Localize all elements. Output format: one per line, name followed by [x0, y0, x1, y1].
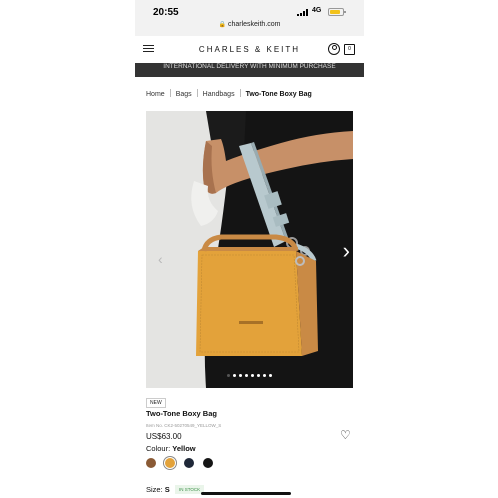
previous-image-arrow-icon[interactable]: ‹: [158, 251, 163, 267]
url-text: charleskeith.com: [227, 21, 281, 28]
swatch-brown[interactable]: [146, 458, 156, 468]
gallery-dot[interactable]: [251, 374, 254, 377]
colour-value: Yellow: [172, 444, 196, 453]
gallery-dot[interactable]: [239, 374, 242, 377]
gallery-dot[interactable]: [245, 374, 248, 377]
gallery-dot[interactable]: [269, 374, 272, 377]
swatch-navy[interactable]: [184, 458, 194, 468]
breadcrumb: Home Bags Handbags Two-Tone Boxy Bag: [146, 89, 312, 98]
status-bar: 20:55 4G 🔒 charleskeith.com: [135, 0, 364, 36]
size-label: Size: S: [146, 485, 170, 494]
product-title: Two-Tone Boxy Bag: [146, 409, 217, 418]
gallery-dot[interactable]: [227, 374, 230, 377]
lock-icon: 🔒: [218, 22, 226, 28]
site-header: CHARLES & KEITH 0: [135, 36, 364, 63]
breadcrumb-current: Two-Tone Boxy Bag: [245, 91, 312, 98]
promo-banner[interactable]: INTERNATIONAL DELIVERY WITH MINIMUM PURC…: [135, 63, 364, 77]
size-value: S: [164, 485, 170, 494]
swatch-black[interactable]: [203, 458, 213, 468]
product-image-gallery[interactable]: ‹ ›: [146, 111, 353, 388]
new-badge: NEW: [146, 398, 166, 408]
product-photo: [146, 111, 353, 388]
breadcrumb-bags[interactable]: Bags: [176, 91, 192, 98]
battery-icon: [328, 8, 346, 16]
clock: 20:55: [153, 7, 179, 18]
home-indicator[interactable]: [201, 492, 291, 495]
next-image-arrow-icon[interactable]: ›: [343, 238, 350, 264]
signal-icon: [297, 9, 311, 16]
wishlist-heart-icon[interactable]: ♡: [340, 428, 351, 442]
phone-screen: 20:55 4G 🔒 charleskeith.com CHARLES & KEI…: [135, 0, 364, 498]
network-type: 4G: [312, 7, 322, 14]
gallery-dot[interactable]: [263, 374, 266, 377]
shopping-bag-icon[interactable]: 0: [344, 44, 355, 55]
user-account-icon[interactable]: [328, 43, 340, 55]
gallery-dot[interactable]: [257, 374, 260, 377]
address-bar[interactable]: 🔒 charleskeith.com: [135, 21, 364, 28]
swatch-yellow[interactable]: [165, 458, 175, 468]
colour-label: Colour: Yellow: [146, 444, 196, 453]
item-number: Item No. CK2-50270549_YELLOW_S: [146, 423, 222, 428]
breadcrumb-handbags[interactable]: Handbags: [203, 91, 235, 98]
breadcrumb-home[interactable]: Home: [146, 91, 165, 98]
product-price: US$63.00: [146, 432, 182, 441]
gallery-dot[interactable]: [233, 374, 236, 377]
gallery-pagination[interactable]: [146, 364, 353, 382]
stock-badge: IN STOCK: [175, 485, 205, 494]
